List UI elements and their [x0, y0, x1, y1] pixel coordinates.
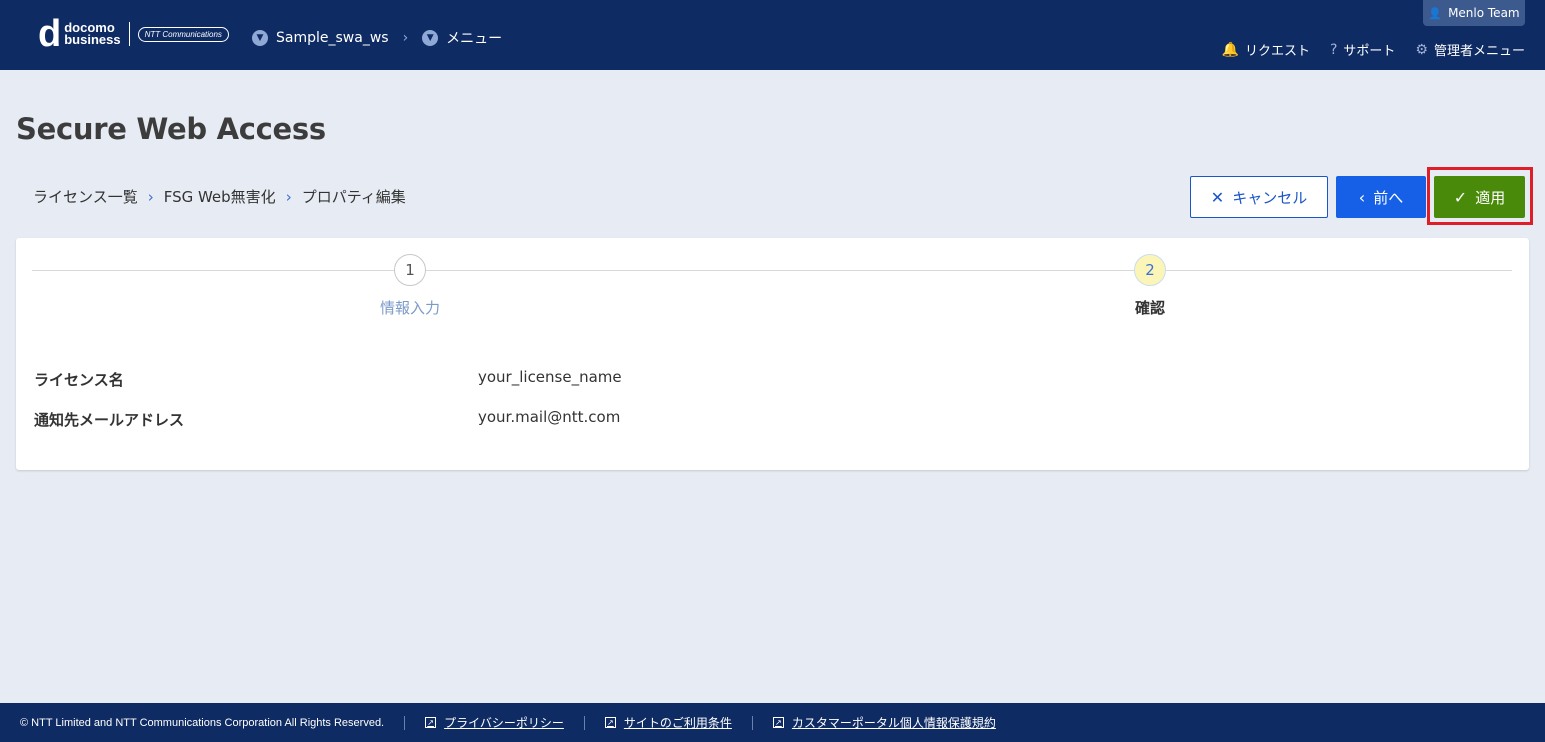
cancel-label: キャンセル [1232, 188, 1308, 207]
privacy-policy-link[interactable]: ↗ プライバシーポリシー [425, 714, 564, 731]
privacy-policy-label: プライバシーポリシー [444, 716, 564, 730]
confirm-card: 1 2 情報入力 確認 ライセンス名 your_license_name 通知先… [16, 238, 1529, 470]
top-header: d docomo business NTT Communications ▼ S… [0, 0, 1545, 70]
footer-divider [404, 715, 406, 730]
footer: © NTT Limited and NTT Communications Cor… [0, 703, 1545, 742]
stepper-line [32, 270, 1512, 271]
check-icon: ✓ [1453, 187, 1468, 207]
breadcrumb: ライセンス一覧 › FSG Web無害化 › プロパティ編集 [33, 186, 406, 207]
menu-selector[interactable]: メニュー [446, 28, 502, 48]
close-icon: ✕ [1210, 187, 1225, 207]
license-name-label: ライセンス名 [34, 371, 124, 389]
copyright: © NTT Limited and NTT Communications Cor… [20, 716, 385, 729]
external-link-icon: ↗ [425, 717, 437, 728]
chevron-down-icon[interactable]: ▼ [422, 30, 439, 46]
apply-button[interactable]: ✓ 適用 [1434, 176, 1525, 218]
customer-privacy-label: カスタマーポータル個人情報保護規約 [791, 716, 996, 730]
step-1-circle: 1 [394, 254, 426, 286]
license-name-value: your_license_name [478, 368, 622, 386]
docomo-business-logo[interactable]: d docomo business NTT Communications [38, 13, 229, 55]
support-link[interactable]: ? サポート [1329, 40, 1396, 60]
admin-menu-label: 管理者メニュー [1433, 44, 1525, 59]
chevron-down-icon[interactable]: ▼ [252, 30, 268, 46]
team-name: Menlo Team [1448, 6, 1520, 20]
admin-menu-link[interactable]: ⚙ 管理者メニュー [1415, 40, 1525, 60]
breadcrumb-item-license-list[interactable]: ライセンス一覧 [33, 186, 138, 207]
terms-link[interactable]: ↗ サイトのご利用条件 [604, 714, 732, 731]
request-link[interactable]: 🔔 リクエスト [1221, 40, 1310, 60]
external-link-icon: ↗ [604, 717, 616, 728]
workspace-selector[interactable]: Sample_swa_ws [276, 30, 389, 46]
email-label: 通知先メールアドレス [34, 411, 185, 429]
breadcrumb-item-fsg[interactable]: FSG Web無害化 [164, 186, 276, 207]
help-icon: ? [1329, 41, 1338, 58]
external-link-icon: ↗ [772, 717, 784, 728]
chevron-right-icon: › [402, 30, 409, 46]
chevron-right-icon: › [285, 187, 292, 206]
header-links: 🔔 リクエスト ? サポート ⚙ 管理者メニュー [1202, 40, 1525, 60]
user-icon: 👤 [1428, 6, 1443, 20]
breadcrumb-item-property-edit: プロパティ編集 [301, 188, 406, 206]
step-2-circle: 2 [1134, 254, 1166, 286]
back-label: 前へ [1373, 188, 1404, 207]
customer-privacy-link[interactable]: ↗ カスタマーポータル個人情報保護規約 [772, 714, 996, 731]
apply-label: 適用 [1475, 188, 1506, 207]
support-label: サポート [1343, 44, 1396, 59]
chevron-left-icon: ‹ [1358, 187, 1366, 207]
gear-icon: ⚙ [1415, 41, 1428, 58]
ntt-logo: NTT Communications [137, 26, 229, 42]
request-label: リクエスト [1244, 44, 1310, 59]
chevron-right-icon: › [147, 187, 154, 206]
logo-d: d [38, 13, 62, 55]
page-title: Secure Web Access [16, 112, 326, 146]
step-2-label: 確認 [1134, 299, 1165, 317]
footer-divider [751, 715, 753, 730]
bell-icon: 🔔 [1221, 41, 1239, 58]
header-nav: ▼ Sample_swa_ws › ▼ メニュー [252, 28, 502, 48]
email-value: your.mail@ntt.com [478, 408, 621, 426]
terms-label: サイトのご利用条件 [623, 716, 732, 730]
step-1-label: 情報入力 [379, 299, 440, 317]
footer-divider [583, 715, 585, 730]
back-button[interactable]: ‹ 前へ [1336, 176, 1426, 218]
logo-line2: business [64, 32, 121, 47]
team-button[interactable]: 👤 Menlo Team [1423, 0, 1525, 26]
logo-divider [128, 22, 130, 46]
cancel-button[interactable]: ✕ キャンセル [1190, 176, 1328, 218]
